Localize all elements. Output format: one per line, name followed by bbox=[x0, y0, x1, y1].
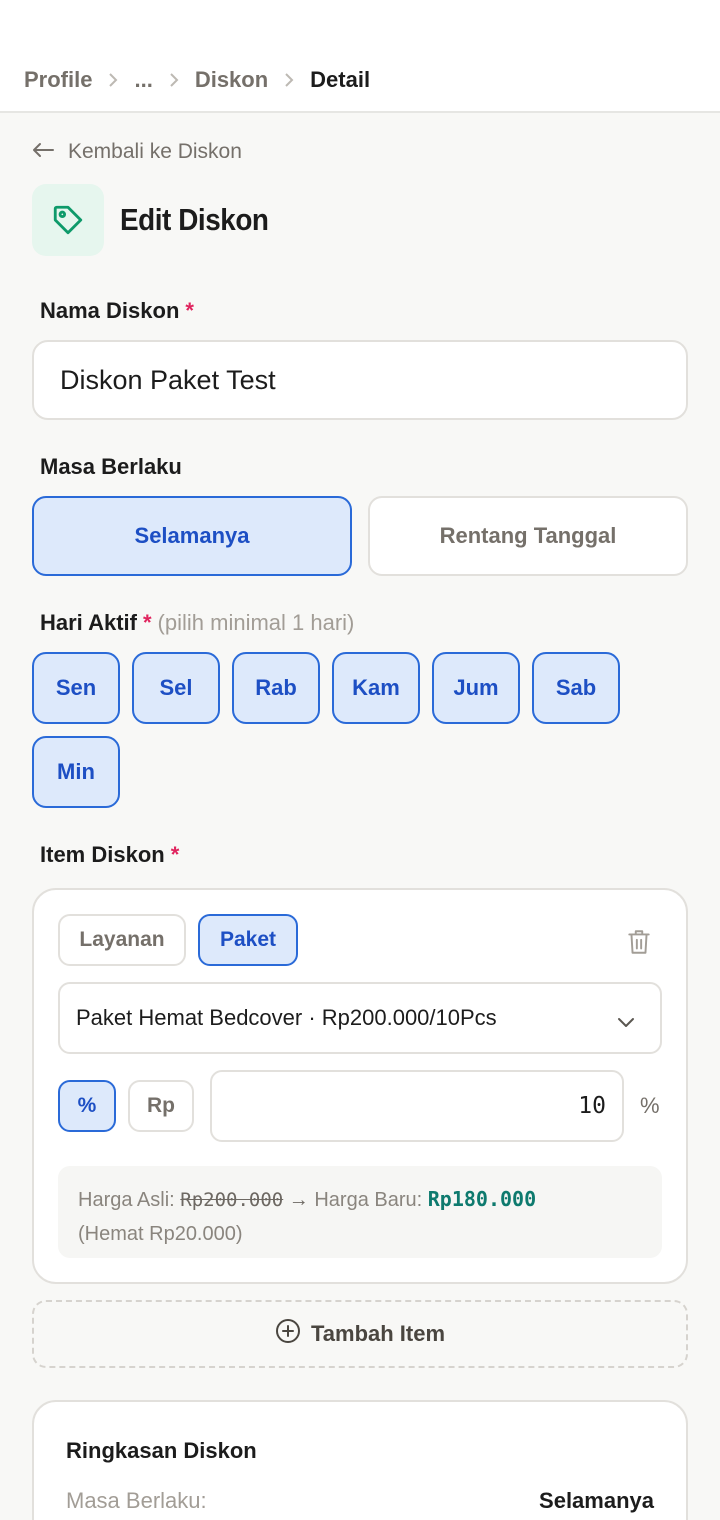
trash-icon[interactable] bbox=[626, 928, 652, 961]
new-price: Rp180.000 bbox=[427, 1187, 537, 1211]
arrow-right-icon: → bbox=[288, 1189, 309, 1211]
summary-title: Ringkasan Diskon bbox=[66, 1438, 257, 1463]
discount-item-card: Layanan Paket Paket Hemat Bedcover · Rp2… bbox=[32, 888, 688, 1284]
day-toggle-sen[interactable]: Sen bbox=[32, 652, 120, 724]
summary-key-validity: Masa Berlaku: bbox=[66, 1488, 207, 1513]
required-mark: * bbox=[185, 298, 194, 323]
original-price-label: Harga Asli: bbox=[78, 1189, 175, 1211]
chevron-right-icon bbox=[169, 72, 179, 88]
breadcrumb-item-ellipsis[interactable]: ... bbox=[134, 67, 152, 93]
back-link-label: Kembali ke Diskon bbox=[68, 140, 242, 163]
chevron-down-icon bbox=[616, 1010, 636, 1036]
discount-name-input[interactable]: Diskon Paket Test bbox=[32, 340, 688, 420]
item-type-paket[interactable]: Paket bbox=[198, 914, 298, 966]
original-price: Rp200.000 bbox=[180, 1189, 284, 1211]
add-item-label: Tambah Item bbox=[310, 1321, 446, 1346]
day-toggle-sel[interactable]: Sel bbox=[132, 652, 220, 724]
unit-toggle-rupiah[interactable]: Rp bbox=[128, 1080, 194, 1132]
item-type-layanan[interactable]: Layanan bbox=[58, 914, 186, 966]
validity-label: Masa Berlaku bbox=[40, 454, 182, 479]
breadcrumb-item-profile[interactable]: Profile bbox=[24, 67, 92, 93]
name-field-label-text: Nama Diskon bbox=[40, 298, 180, 323]
breadcrumb-item-diskon[interactable]: Diskon bbox=[195, 67, 268, 93]
item-select-value: Paket Hemat Bedcover · Rp200.000/10Pcs bbox=[76, 1005, 497, 1030]
day-toggle-jum[interactable]: Jum bbox=[432, 652, 520, 724]
add-item-button[interactable]: Tambah Item bbox=[32, 1300, 688, 1368]
item-select[interactable]: Paket Hemat Bedcover · Rp200.000/10Pcs bbox=[58, 982, 662, 1054]
validity-option-forever[interactable]: Selamanya bbox=[32, 496, 352, 576]
savings-text: (Hemat Rp20.000) bbox=[78, 1223, 243, 1245]
day-toggle-min[interactable]: Min bbox=[32, 736, 120, 808]
active-days-label-text: Hari Aktif bbox=[40, 610, 137, 635]
arrow-left-icon bbox=[32, 140, 68, 164]
page-header: Edit Diskon bbox=[32, 184, 285, 256]
breadcrumb-current: Detail bbox=[310, 67, 371, 92]
back-link[interactable]: Kembali ke Diskon bbox=[32, 140, 242, 164]
items-label-text: Item Diskon bbox=[40, 842, 165, 867]
tag-icon bbox=[32, 184, 104, 256]
discount-amount-value: 10 bbox=[578, 1093, 606, 1119]
required-mark: * bbox=[170, 842, 180, 867]
day-toggle-kam[interactable]: Kam bbox=[332, 652, 420, 724]
discount-summary-card: Ringkasan Diskon Masa Berlaku: Selamanya bbox=[32, 1400, 688, 1520]
name-field-label: Nama Diskon * bbox=[40, 298, 194, 324]
chevron-right-icon bbox=[108, 72, 118, 88]
day-toggle-sab[interactable]: Sab bbox=[532, 652, 620, 724]
plus-circle-icon bbox=[275, 1318, 311, 1350]
amount-unit-label: % bbox=[640, 1093, 660, 1118]
breadcrumb: Profile ... Diskon Detail bbox=[24, 66, 370, 94]
unit-toggle-percent[interactable]: % bbox=[58, 1080, 116, 1132]
discount-amount-input[interactable]: 10 bbox=[210, 1070, 624, 1142]
required-mark: * bbox=[142, 610, 152, 635]
summary-value-validity: Selamanya bbox=[539, 1488, 654, 1513]
validity-option-date-range[interactable]: Rentang Tanggal bbox=[368, 496, 688, 576]
discount-name-value: Diskon Paket Test bbox=[60, 364, 276, 395]
page-title: Edit Diskon bbox=[120, 202, 269, 237]
new-price-label: Harga Baru: bbox=[314, 1189, 423, 1211]
chevron-right-icon bbox=[284, 72, 294, 88]
top-bar: Profile ... Diskon Detail bbox=[0, 0, 720, 113]
active-days-hint: (pilih minimal 1 hari) bbox=[157, 610, 355, 635]
items-label: Item Diskon * bbox=[40, 842, 179, 868]
price-preview: Harga Asli: Rp200.000 → Harga Baru: Rp18… bbox=[58, 1166, 662, 1258]
active-days-label: Hari Aktif * (pilih minimal 1 hari) bbox=[40, 610, 354, 636]
day-toggle-rab[interactable]: Rab bbox=[232, 652, 320, 724]
